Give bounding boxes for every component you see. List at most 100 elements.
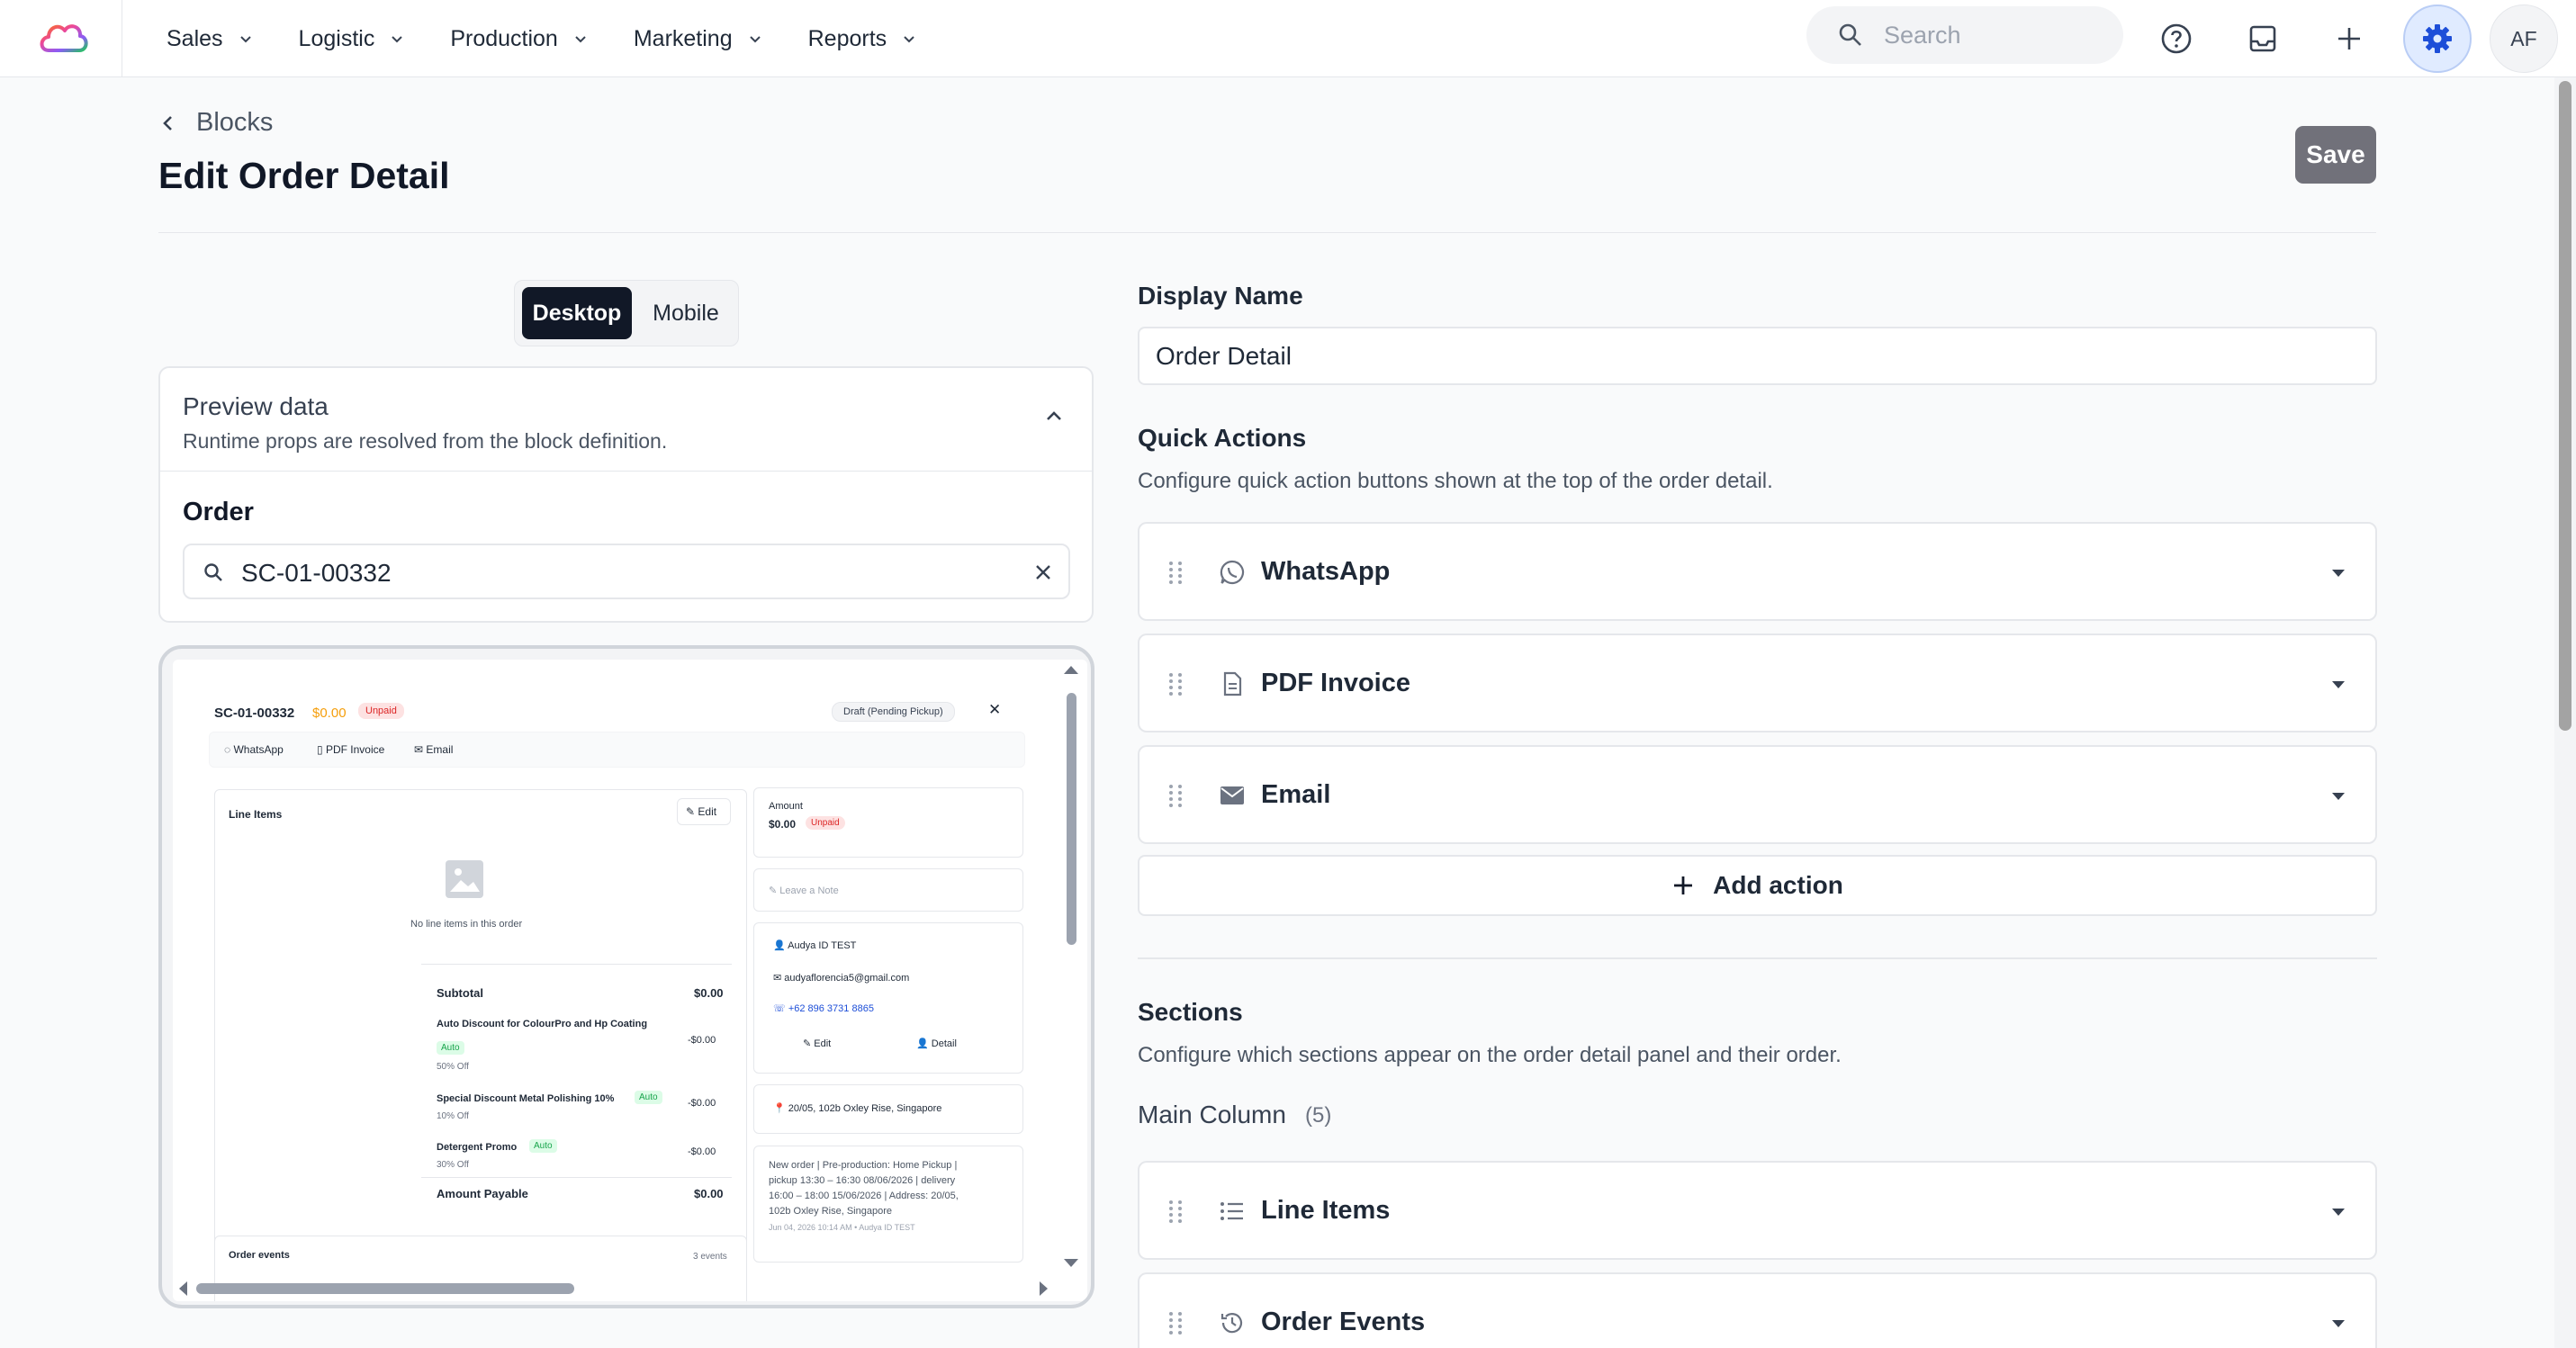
inbox-icon — [2249, 25, 2276, 52]
app-logo[interactable] — [36, 13, 90, 65]
page-title: Edit Order Detail — [158, 155, 450, 196]
search-placeholder: Search — [1884, 21, 1961, 49]
quick-actions-title: Quick Actions — [1138, 424, 1307, 452]
mini-amount-status: Unpaid — [806, 816, 845, 830]
drag-handle-icon[interactable] — [1166, 560, 1184, 585]
plus-icon — [1674, 876, 1693, 894]
mini-close-icon[interactable]: ✕ — [988, 701, 1001, 719]
drag-handle-icon[interactable] — [1166, 1199, 1184, 1224]
top-nav: Sales Logistic Production Marketing Repo… — [0, 0, 2576, 77]
add-action-button[interactable]: Add action — [1138, 855, 2377, 916]
mini-customer-detail[interactable]: 👤 Detail — [916, 1038, 957, 1049]
mini-order-id: SC-01-00332 — [214, 705, 295, 721]
mini-discount-off: 30% Off — [437, 1160, 469, 1170]
quick-actions-desc: Configure quick action buttons shown at … — [1138, 469, 1773, 493]
main-column-count: (5) — [1305, 1103, 1332, 1128]
chevron-down-icon — [749, 36, 761, 43]
order-label: Order — [183, 498, 254, 526]
drag-handle-icon[interactable] — [1166, 671, 1184, 696]
avatar[interactable]: AF — [2490, 4, 2558, 73]
caret-down-icon[interactable] — [2330, 788, 2346, 804]
inbox-button[interactable] — [2238, 13, 2288, 64]
menu-marketing[interactable]: Marketing — [611, 12, 786, 66]
menu-label: Logistic — [298, 25, 375, 51]
caret-down-icon[interactable] — [2330, 1204, 2346, 1220]
breadcrumb-label: Blocks — [196, 108, 274, 137]
mini-line-items-title: Line Items — [229, 808, 283, 821]
sections-desc: Configure which sections appear on the o… — [1138, 1043, 1842, 1067]
settings-button[interactable] — [2403, 4, 2472, 73]
add-action-label: Add action — [1713, 871, 1843, 899]
save-button[interactable]: Save — [2295, 126, 2376, 184]
mini-pdf-action[interactable]: ▯ PDF Invoice — [317, 743, 384, 756]
help-button[interactable] — [2151, 13, 2202, 64]
section-order-events[interactable]: Order Events — [1138, 1272, 2377, 1348]
mini-note-line: 102b Oxley Rise, Singapore — [769, 1206, 892, 1217]
device-toggle: Desktop Mobile — [514, 280, 739, 346]
preview-vertical-scrollbar[interactable] — [1060, 660, 1082, 1301]
list-icon — [1220, 1202, 1243, 1220]
mini-customer-phone[interactable]: ☏ +62 896 3731 8865 — [773, 1002, 874, 1014]
mini-auto-badge: Auto — [437, 1041, 464, 1055]
mail-icon — [1220, 786, 1244, 804]
mini-email-action[interactable]: ✉ Email — [414, 743, 453, 756]
quick-action-label: Email — [1261, 780, 1331, 809]
sections-divider — [1138, 957, 2377, 959]
tab-mobile[interactable]: Mobile — [641, 287, 731, 339]
mini-payable-label: Amount Payable — [437, 1187, 528, 1200]
tab-desktop[interactable]: Desktop — [522, 287, 632, 339]
mini-whatsapp-action[interactable]: ◌ WhatsApp — [224, 743, 284, 756]
mini-note-line: pickup 13:30 – 16:30 08/06/2026 | delive… — [769, 1175, 956, 1186]
display-name-input[interactable]: Order Detail — [1138, 327, 2377, 385]
mini-note-meta: Jun 04, 2026 10:14 AM • Audya ID TEST — [769, 1223, 915, 1232]
mini-note-placeholder: ✎ Leave a Note — [769, 885, 839, 896]
whatsapp-icon — [1220, 560, 1245, 585]
caret-down-icon[interactable] — [2330, 677, 2346, 693]
document-icon — [1223, 671, 1242, 696]
order-value: SC-01-00332 — [241, 559, 392, 587]
menu-label: Sales — [167, 25, 223, 51]
page-scrollbar-thumb[interactable] — [2559, 81, 2571, 731]
mini-subtotal-value: $0.00 — [694, 986, 724, 1000]
caret-down-icon[interactable] — [2330, 565, 2346, 581]
mini-order-events-count: 3 events — [693, 1252, 727, 1262]
order-search-input[interactable]: SC-01-00332 — [183, 544, 1070, 599]
plus-icon — [2338, 28, 2360, 49]
menu-sales[interactable]: Sales — [144, 12, 276, 66]
sections-title: Sections — [1138, 998, 1243, 1026]
caret-down-icon[interactable] — [2330, 1316, 2346, 1332]
clear-icon[interactable] — [1033, 562, 1053, 582]
main-column-label: Main Column — [1138, 1101, 1286, 1128]
section-line-items[interactable]: Line Items — [1138, 1161, 2377, 1260]
drag-handle-icon[interactable] — [1166, 783, 1184, 808]
drag-handle-icon[interactable] — [1166, 1310, 1184, 1335]
create-button[interactable] — [2324, 13, 2374, 64]
search-icon — [1839, 23, 1861, 46]
chevron-up-icon[interactable] — [1042, 404, 1066, 427]
mini-discount-name: Special Discount Metal Polishing 10% — [437, 1093, 615, 1104]
mini-discount-off: 50% Off — [437, 1062, 469, 1072]
menu-logistic[interactable]: Logistic — [276, 12, 428, 66]
mini-auto-badge: Auto — [529, 1139, 557, 1153]
quick-action-pdf-invoice[interactable]: PDF Invoice — [1138, 634, 2377, 732]
menu-label: Reports — [807, 25, 887, 51]
preview-horizontal-scrollbar[interactable] — [173, 1277, 1087, 1300]
gear-icon — [2423, 24, 2452, 53]
mini-order-events-label: Order events — [229, 1250, 290, 1261]
breadcrumb[interactable]: Blocks — [158, 108, 273, 138]
quick-action-whatsapp[interactable]: WhatsApp — [1138, 522, 2377, 621]
mini-status-badge: Unpaid — [358, 703, 404, 719]
menu-reports[interactable]: Reports — [786, 12, 941, 66]
search-icon — [204, 563, 222, 581]
mini-customer-edit[interactable]: ✎ Edit — [803, 1038, 831, 1049]
menu-production[interactable]: Production — [428, 12, 611, 66]
mini-empty-text: No line items in this order — [410, 919, 523, 930]
mini-discount-value: -$0.00 — [688, 1098, 716, 1109]
display-name-label: Display Name — [1138, 282, 1303, 310]
global-search[interactable]: Search — [1806, 6, 2123, 64]
mini-divider — [421, 964, 732, 965]
quick-action-email[interactable]: Email — [1138, 745, 2377, 844]
chevron-down-icon — [239, 36, 251, 43]
preview-viewport[interactable]: SC-01-00332 $0.00 Unpaid Draft (Pending … — [173, 660, 1087, 1301]
mini-order-amount: $0.00 — [312, 705, 347, 721]
